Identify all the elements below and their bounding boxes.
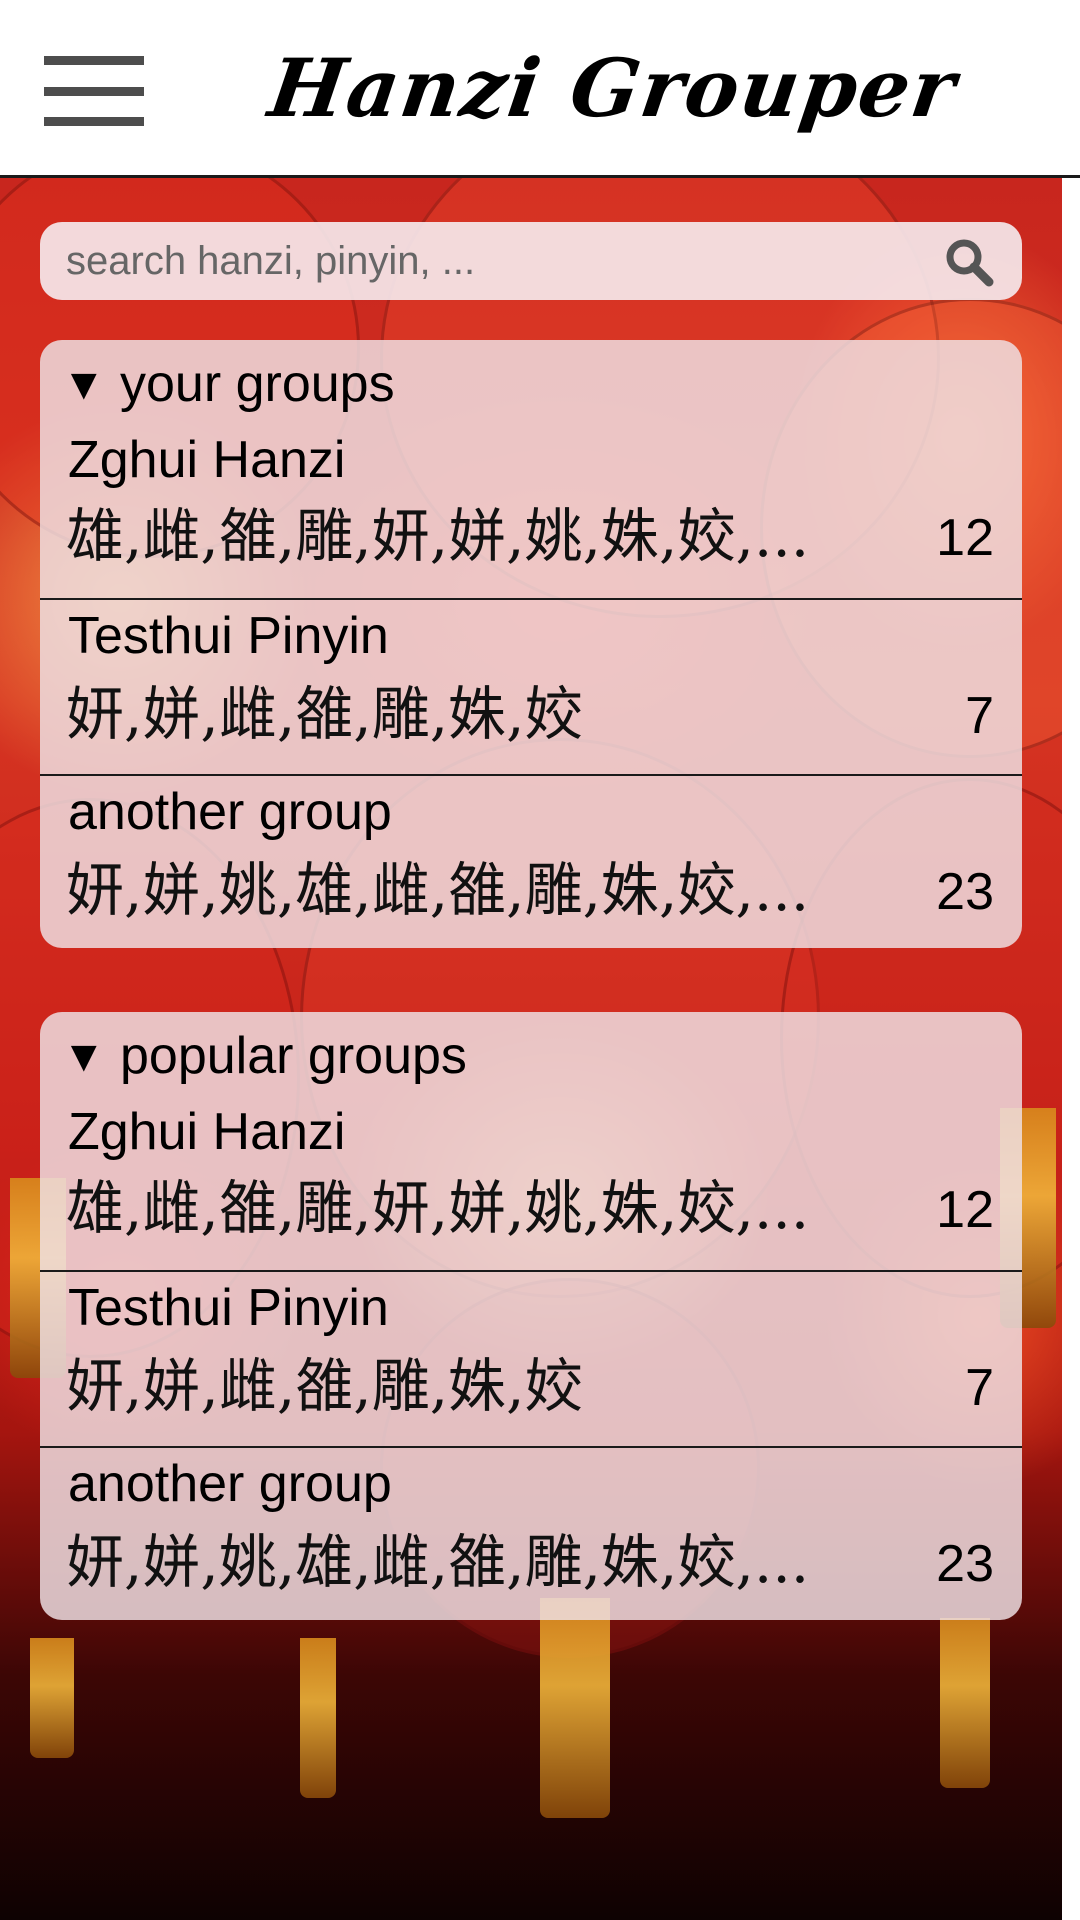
popular-groups-title: popular groups [120,1027,467,1085]
group-count: 7 [965,1359,994,1417]
group-count: 23 [936,863,994,921]
search-icon[interactable] [944,237,994,287]
group-row[interactable]: another group 妍,姘,姚,雄,雌,雒,雕,姝,姣,... 23 [40,774,1022,948]
group-hanzi: 妍,姘,雌,雒,雕,姝,姣 [66,1352,583,1420]
group-name: Testhui Pinyin [68,607,389,665]
group-name: Testhui Pinyin [68,1279,389,1337]
group-row[interactable]: another group 妍,姘,姚,雄,雌,雒,雕,姝,姣,... 23 [40,1446,1022,1620]
popular-groups-header[interactable]: ▼ popular groups [40,1012,1022,1098]
right-edge-strip [1062,178,1080,1920]
group-hanzi: 妍,姘,姚,雄,雌,雒,雕,姝,姣,... [66,856,810,924]
group-hanzi: 雄,雌,雒,雕,妍,姘,姚,姝,姣,... [66,1174,810,1242]
search-input[interactable] [66,222,946,300]
group-name: another group [68,1455,392,1513]
group-row[interactable]: Testhui Pinyin 妍,姘,雌,雒,雕,姝,姣 7 [40,1270,1022,1446]
app-title: Hanzi Grouper [263,41,963,135]
app-header: Hanzi Grouper [0,0,1080,178]
popular-groups-panel: ▼ popular groups Zghui Hanzi 雄,雌,雒,雕,妍,姘… [40,1012,1022,1620]
collapse-triangle-icon: ▼ [62,360,106,409]
group-hanzi: 妍,姘,雌,雒,雕,姝,姣 [66,680,583,748]
group-row[interactable]: Testhui Pinyin 妍,姘,雌,雒,雕,姝,姣 7 [40,598,1022,774]
group-name: Zghui Hanzi [68,431,346,489]
group-row[interactable]: Zghui Hanzi 雄,雌,雒,雕,妍,姘,姚,姝,姣,... 12 [40,426,1022,598]
group-name: Zghui Hanzi [68,1103,346,1161]
group-count: 7 [965,687,994,745]
group-count: 23 [936,1535,994,1593]
group-count: 12 [936,509,994,567]
your-groups-panel: ▼ your groups Zghui Hanzi 雄,雌,雒,雕,妍,姘,姚,… [40,340,1022,948]
group-count: 12 [936,1181,994,1239]
hamburger-menu-icon[interactable] [44,56,144,126]
group-row[interactable]: Zghui Hanzi 雄,雌,雒,雕,妍,姘,姚,姝,姣,... 12 [40,1098,1022,1270]
group-name: another group [68,783,392,841]
collapse-triangle-icon: ▼ [62,1032,106,1081]
search-bar [40,222,1022,300]
your-groups-header[interactable]: ▼ your groups [40,340,1022,426]
group-hanzi: 妍,姘,姚,雄,雌,雒,雕,姝,姣,... [66,1528,810,1596]
group-hanzi: 雄,雌,雒,雕,妍,姘,姚,姝,姣,... [66,502,810,570]
your-groups-title: your groups [120,355,395,413]
